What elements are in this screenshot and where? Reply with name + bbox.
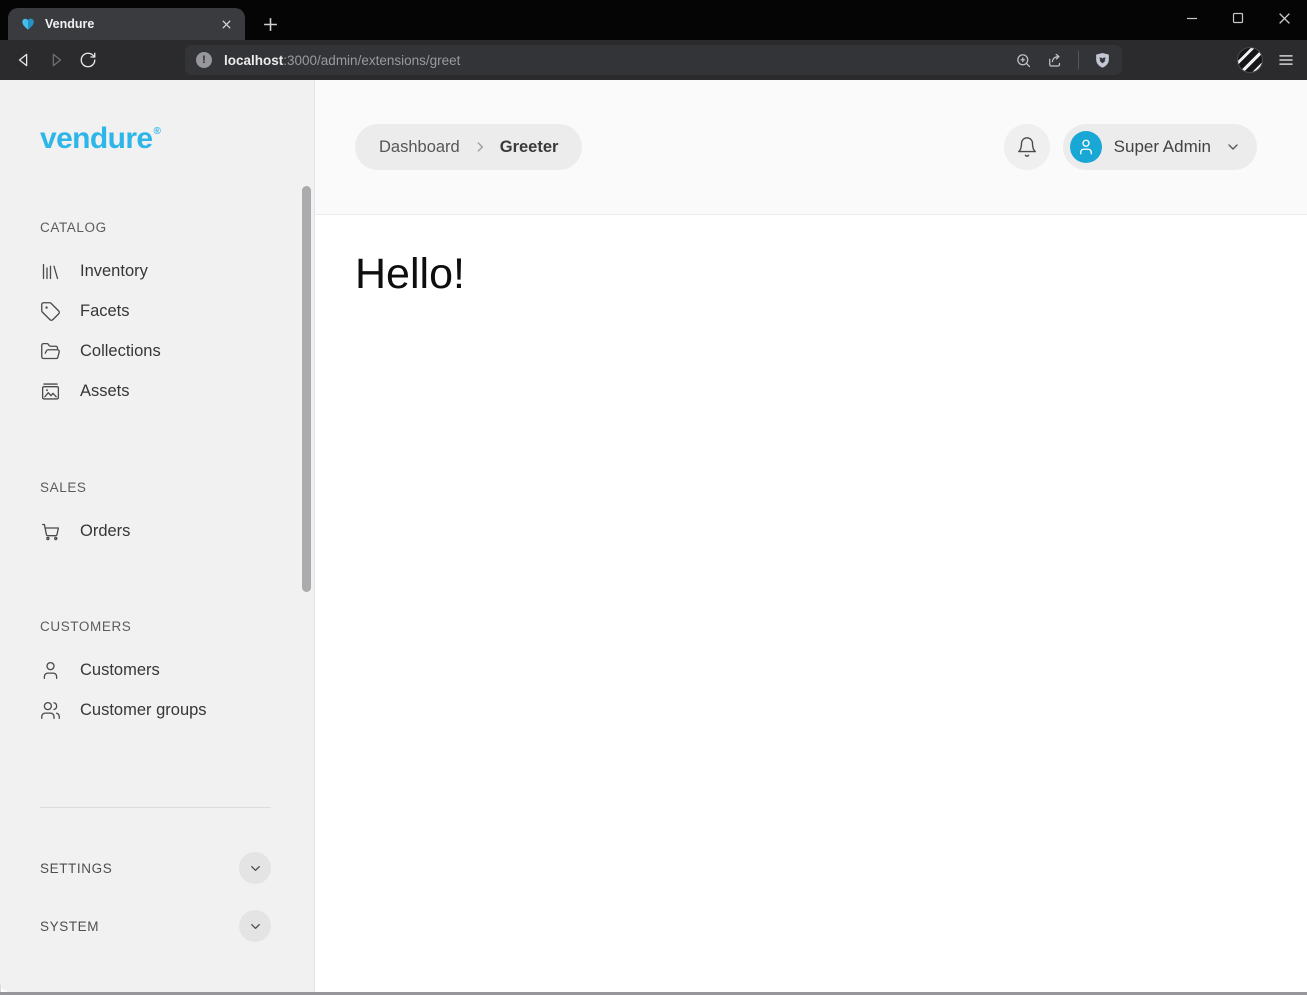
folder-open-icon xyxy=(40,341,61,362)
divider xyxy=(1078,51,1079,69)
users-icon xyxy=(40,700,61,721)
sidebar-item-label: Customer groups xyxy=(80,701,207,720)
sidebar-item-label: Facets xyxy=(80,302,130,321)
divider xyxy=(40,807,271,808)
sidebar-collapsed-sections: SETTINGS SYSTEM xyxy=(40,807,271,942)
zoom-in-icon[interactable] xyxy=(1015,52,1032,69)
url-host: localhost xyxy=(224,53,283,68)
site-info-icon[interactable]: ! xyxy=(196,52,212,68)
minimize-icon[interactable] xyxy=(1169,0,1215,36)
tab-title: Vendure xyxy=(45,17,217,31)
address-bar[interactable]: ! localhost:3000/admin/extensions/greet xyxy=(185,45,1122,75)
sidebar-scrollbar[interactable] xyxy=(302,186,311,592)
sidebar-item-facets[interactable]: Facets xyxy=(40,291,314,331)
vendure-logo[interactable]: vendure® xyxy=(0,80,160,158)
sidebar-section-settings[interactable]: SETTINGS xyxy=(40,852,271,884)
breadcrumb-dashboard-link[interactable]: Dashboard xyxy=(379,138,460,157)
sidebar-item-label: Collections xyxy=(80,342,161,361)
sidebar-item-customers[interactable]: Customers xyxy=(40,650,314,690)
notification-bell-icon[interactable] xyxy=(1004,124,1050,170)
reload-icon[interactable] xyxy=(73,45,103,75)
browser-toolbar: ! localhost:3000/admin/extensions/greet xyxy=(0,40,1307,80)
nav-section-sales: SALES Orders xyxy=(40,480,314,551)
sidebar-item-label: Inventory xyxy=(80,262,148,281)
main-content: Hello! xyxy=(315,215,1307,992)
brave-shield-icon[interactable] xyxy=(1093,51,1112,70)
chevron-down-icon xyxy=(1225,139,1241,155)
section-label: CATALOG xyxy=(40,220,314,235)
sidebar-section-system[interactable]: SYSTEM xyxy=(40,910,271,942)
user-name: Super Admin xyxy=(1114,137,1211,157)
chevron-right-icon xyxy=(473,140,487,154)
menu-icon[interactable] xyxy=(1277,51,1295,69)
tag-icon xyxy=(40,301,61,322)
sidebar-item-customer-groups[interactable]: Customer groups xyxy=(40,690,314,730)
browser-chrome: Vendure xyxy=(0,0,1307,80)
vendure-admin-page: vendure® CATALOG Inventory Facets xyxy=(0,80,1307,992)
url-path: :3000/admin/extensions/greet xyxy=(283,53,460,68)
chevron-down-icon[interactable] xyxy=(239,852,271,884)
new-tab-button[interactable] xyxy=(256,10,284,38)
section-label: CUSTOMERS xyxy=(40,619,314,634)
chevron-down-icon[interactable] xyxy=(239,910,271,942)
maximize-icon[interactable] xyxy=(1215,0,1261,36)
tab-strip: Vendure xyxy=(0,0,1307,40)
section-label: SALES xyxy=(40,480,314,495)
section-label: SYSTEM xyxy=(40,919,99,934)
images-icon xyxy=(40,381,61,402)
forward-icon[interactable] xyxy=(41,45,71,75)
nav-section-customers: CUSTOMERS Customers Customer groups xyxy=(40,619,314,730)
sidebar: vendure® CATALOG Inventory Facets xyxy=(0,80,315,992)
close-icon[interactable] xyxy=(1261,0,1307,36)
header-actions: Super Admin xyxy=(1004,124,1257,170)
share-icon[interactable] xyxy=(1046,51,1064,69)
sidebar-nav: CATALOG Inventory Facets xyxy=(0,220,314,730)
shopping-cart-icon xyxy=(40,521,61,542)
back-icon[interactable] xyxy=(9,45,39,75)
user-menu[interactable]: Super Admin xyxy=(1063,124,1257,170)
content-area: Dashboard Greeter Super Admin xyxy=(315,80,1307,992)
library-icon xyxy=(40,261,61,282)
breadcrumb-current: Greeter xyxy=(500,138,559,157)
vendure-favicon-icon xyxy=(20,16,36,32)
browser-tab[interactable]: Vendure xyxy=(8,8,245,40)
tab-close-icon[interactable] xyxy=(217,15,235,33)
registered-trademark: ® xyxy=(154,126,161,137)
profile-icon[interactable] xyxy=(1237,47,1263,73)
sidebar-item-label: Customers xyxy=(80,661,160,680)
section-label: SETTINGS xyxy=(40,861,112,876)
sidebar-item-inventory[interactable]: Inventory xyxy=(40,251,314,291)
address-bar-actions xyxy=(1015,51,1112,70)
sidebar-item-label: Orders xyxy=(80,522,130,541)
breadcrumb: Dashboard Greeter xyxy=(355,124,582,170)
nav-section-catalog: CATALOG Inventory Facets xyxy=(40,220,314,411)
sidebar-item-label: Assets xyxy=(80,382,130,401)
browser-actions xyxy=(1237,45,1295,75)
sidebar-item-collections[interactable]: Collections xyxy=(40,331,314,371)
sidebar-item-orders[interactable]: Orders xyxy=(40,511,314,551)
sidebar-item-assets[interactable]: Assets xyxy=(40,371,314,411)
url-text: localhost:3000/admin/extensions/greet xyxy=(224,53,1015,68)
content-header: Dashboard Greeter Super Admin xyxy=(315,80,1307,215)
page-title: Hello! xyxy=(355,252,1307,297)
user-avatar-icon xyxy=(1070,131,1102,163)
window-controls xyxy=(1169,0,1307,36)
user-icon xyxy=(40,660,61,681)
